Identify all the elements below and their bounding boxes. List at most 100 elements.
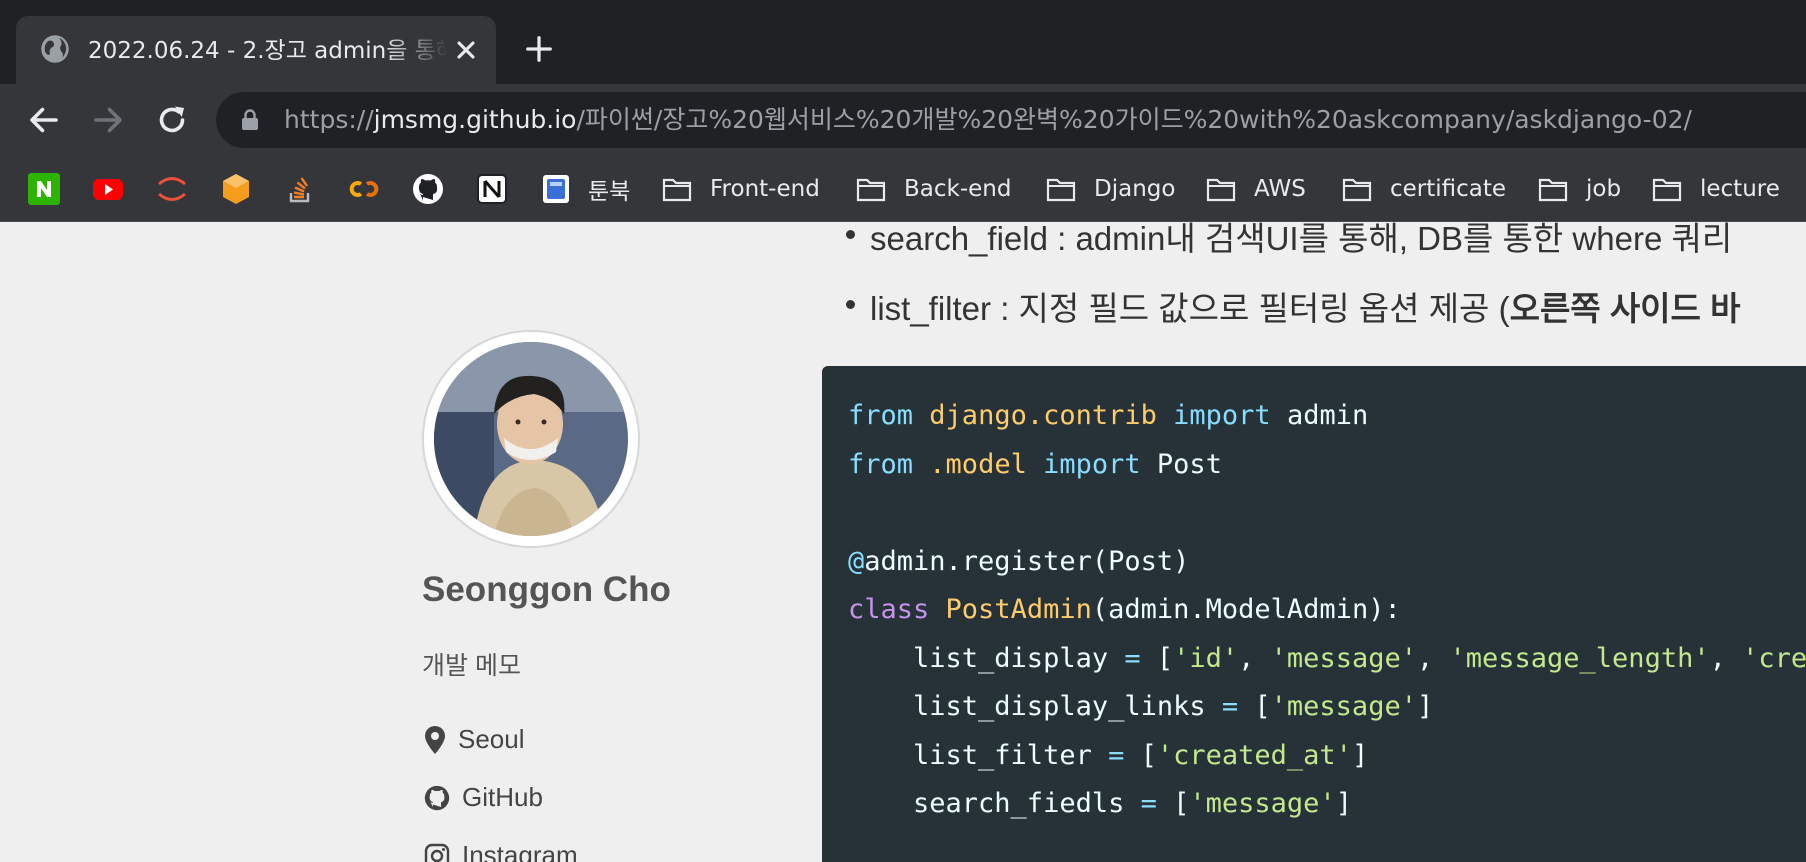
avatar-photo (434, 342, 628, 536)
browser-tab[interactable]: 2022.06.24 - 2.장고 admin을 통해 (16, 16, 496, 84)
bookmark-label: certificate (1390, 176, 1507, 202)
code-token: [ (1124, 739, 1157, 771)
code-token: class (848, 594, 930, 625)
code-token: list_display (848, 642, 1125, 674)
code-token: [ (1140, 642, 1174, 674)
code-token: , (1416, 642, 1450, 674)
bookmark-toonbook[interactable]: 툰북 (540, 170, 630, 208)
code-token: 'cre (1742, 642, 1806, 674)
code-token: 'message' (1189, 788, 1336, 819)
bookmark-label: 툰북 (588, 179, 631, 205)
code-token: = (1221, 691, 1239, 722)
bookmark-label: AWS (1254, 176, 1306, 202)
bullet-bold-text: 오른쪽 사이드 바 (1509, 290, 1741, 327)
bookmark-label: lecture (1700, 176, 1780, 202)
code-token: = (1140, 788, 1157, 819)
folder-icon (662, 178, 692, 202)
code-token: 'created_at' (1156, 739, 1352, 771)
folder-icon (1342, 178, 1372, 202)
code-token: .model (929, 448, 1027, 480)
code-token: list_filter (848, 739, 1109, 771)
toonbook-icon (543, 175, 569, 203)
bookmark-label: job (1586, 176, 1622, 202)
bookmark-aws[interactable]: AWS (1206, 170, 1306, 208)
folder-icon (1206, 178, 1236, 202)
url-text[interactable]: https://jmsmg.github.io/파이썬/장고%20웹서비스%20… (284, 104, 1692, 136)
bullet-search-field: search_field : admin내 검색UI를 통해, DB를 통한 w… (845, 222, 1732, 260)
author-bio: 개발 메모 (422, 652, 521, 680)
sketch-icon[interactable] (220, 173, 252, 205)
bookmark-front-end[interactable]: Front-end (662, 170, 820, 208)
author-github-link[interactable]: GitHub (424, 782, 543, 813)
url-host: jmsmg.github.io (373, 105, 577, 134)
code-text: from django.contrib import admin from .m… (848, 392, 1806, 829)
instagram-icon (424, 843, 450, 862)
bookmarks-bar: 툰북 Front-end Back-end Django AWS certifi… (0, 156, 1806, 222)
bookmark-label: Back-end (904, 176, 1012, 202)
bullet-text: list_filter : 지정 필드 값으로 필터링 옵션 제공 ( (870, 290, 1510, 327)
github-icon (424, 785, 450, 810)
youtube-icon[interactable] (92, 173, 124, 205)
author-instagram-link[interactable]: Instagram (424, 840, 578, 862)
bookmark-lecture[interactable]: lecture (1652, 170, 1780, 208)
bookmark-back-end[interactable]: Back-end (856, 170, 1011, 208)
code-token: ] (1416, 691, 1434, 722)
code-token: , (1238, 642, 1271, 674)
bookmark-label: Django (1094, 176, 1176, 202)
bookmark-certificate[interactable]: certificate (1342, 170, 1506, 208)
code-token: 'message' (1270, 691, 1417, 722)
code-token: django.contrib (929, 400, 1157, 431)
url-path: /파이썬/장고%20웹서비스%20개발%20완벽%20가이드%20with%20… (576, 105, 1692, 134)
code-token: admin (1286, 400, 1369, 431)
code-token: = (1124, 642, 1141, 674)
code-token: from (848, 400, 914, 431)
code-token: import (1043, 448, 1141, 480)
github-icon[interactable] (412, 173, 444, 205)
globe-icon (41, 35, 69, 63)
code-token: import (1173, 400, 1271, 431)
stackoverflow-icon[interactable] (284, 173, 316, 205)
folder-icon (1046, 178, 1076, 202)
url-scheme: https:// (284, 105, 374, 134)
reload-icon[interactable] (154, 102, 190, 138)
code-token: (admin.ModelAdmin): (1091, 594, 1401, 625)
author-name: Seonggon Cho (422, 570, 671, 609)
location-pin-icon (425, 725, 445, 754)
tab-strip: 2022.06.24 - 2.장고 admin을 통해 (0, 0, 1806, 84)
code-token: , (1709, 642, 1743, 674)
folder-icon (1538, 178, 1568, 202)
colab-icon[interactable] (348, 173, 380, 205)
code-token: [ (1156, 788, 1190, 819)
code-token: @ (848, 545, 865, 577)
code-token: [ (1238, 691, 1271, 722)
lock-icon[interactable] (240, 109, 260, 131)
browser-toolbar: https://jmsmg.github.io/파이썬/장고%20웹서비스%20… (0, 84, 1806, 156)
author-location: Seoul (424, 724, 525, 755)
code-token: ] (1335, 788, 1352, 819)
bookmark-job[interactable]: job (1538, 170, 1621, 208)
author-instagram-label: Instagram (462, 840, 578, 862)
code-token: search_fiedls (848, 788, 1141, 819)
notion-icon[interactable] (476, 173, 508, 205)
address-bar[interactable]: https://jmsmg.github.io/파이썬/장고%20웹서비스%20… (216, 92, 1806, 148)
new-tab-plus-icon[interactable] (524, 34, 554, 64)
code-token: admin.register(Post) (864, 545, 1190, 577)
swift-icon[interactable] (156, 173, 188, 205)
author-avatar (422, 330, 640, 548)
back-arrow-icon[interactable] (26, 102, 62, 138)
code-token: 'message_length' (1449, 642, 1710, 674)
code-token: ] (1351, 739, 1369, 771)
code-token: list_display_links (848, 691, 1222, 722)
code-token: 'id' (1173, 642, 1239, 674)
folder-icon (856, 178, 886, 202)
naver-icon[interactable] (28, 173, 60, 205)
forward-arrow-icon[interactable] (90, 102, 126, 138)
bookmark-label: Front-end (710, 176, 820, 202)
close-icon[interactable] (452, 36, 480, 64)
bookmark-django[interactable]: Django (1046, 170, 1175, 208)
bullet-list-filter: list_filter : 지정 필드 값으로 필터링 옵션 제공 (오른쪽 사… (845, 282, 1741, 330)
author-github-label: GitHub (462, 782, 543, 812)
code-block: from django.contrib import admin from .m… (822, 366, 1806, 862)
tab-title: 2022.06.24 - 2.장고 admin을 통해 (88, 38, 448, 64)
author-location-label: Seoul (458, 724, 525, 754)
